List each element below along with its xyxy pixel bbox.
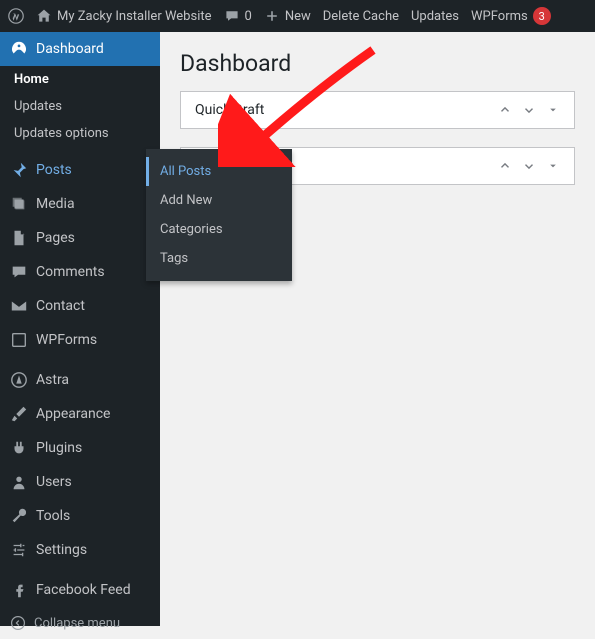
menu-label: Contact (36, 298, 85, 314)
collapse-label: Collapse menu (34, 616, 120, 631)
sidebar-item-tools[interactable]: Tools (0, 499, 160, 533)
sidebar-item-settings[interactable]: Settings (0, 533, 160, 567)
menu-label: Plugins (36, 440, 82, 456)
flyout-tags[interactable]: Tags (146, 244, 292, 273)
comment-icon (10, 263, 28, 281)
caret-down-icon[interactable] (546, 159, 560, 173)
menu-label: Comments (36, 264, 105, 280)
form-icon (10, 331, 28, 349)
menu-label: Pages (36, 230, 75, 246)
chevron-down-icon[interactable] (522, 103, 536, 117)
sidebar-subitem-home[interactable]: Home (0, 66, 160, 93)
site-name[interactable]: My Zacky Installer Website (36, 8, 212, 24)
sidebar-item-facebook-feed[interactable]: Facebook Feed (0, 573, 160, 607)
new-label: New (285, 9, 311, 24)
flyout-all-posts[interactable]: All Posts (146, 157, 292, 186)
astra-icon (10, 371, 28, 389)
chevron-down-icon[interactable] (522, 159, 536, 173)
chevron-up-icon[interactable] (498, 159, 512, 173)
new-content[interactable]: New (264, 8, 311, 24)
media-icon (10, 195, 28, 213)
dashboard-icon (10, 40, 28, 58)
comments-link[interactable]: 0 (224, 8, 252, 24)
collapse-menu[interactable]: Collapse menu (0, 607, 160, 639)
menu-label: Settings (36, 542, 87, 558)
sidebar-item-wpforms[interactable]: WPForms (0, 323, 160, 357)
panel-controls (498, 103, 560, 117)
wp-logo[interactable] (8, 8, 24, 24)
panel-title: Quick Draft (195, 102, 264, 118)
admin-sidebar: Dashboard Home Updates Updates options P… (0, 32, 160, 626)
sidebar-item-comments[interactable]: Comments (0, 255, 160, 289)
chevron-up-icon[interactable] (498, 103, 512, 117)
mail-icon (10, 297, 28, 315)
brush-icon (10, 405, 28, 423)
comment-icon (224, 8, 240, 24)
caret-down-icon[interactable] (546, 103, 560, 117)
sidebar-item-astra[interactable]: Astra (0, 363, 160, 397)
home-icon (36, 8, 52, 24)
plus-icon (264, 8, 280, 24)
sidebar-item-contact[interactable]: Contact (0, 289, 160, 323)
panel-controls (498, 159, 560, 173)
sidebar-item-users[interactable]: Users (0, 465, 160, 499)
admin-toolbar: My Zacky Installer Website 0 New Delete … (0, 0, 595, 32)
wpforms-link[interactable]: WPForms 3 (471, 7, 551, 25)
wpforms-badge: 3 (533, 7, 551, 25)
updates-link[interactable]: Updates (411, 9, 459, 24)
flyout-add-new[interactable]: Add New (146, 186, 292, 215)
sidebar-subitem-updates[interactable]: Updates (0, 93, 160, 120)
sidebar-item-plugins[interactable]: Plugins (0, 431, 160, 465)
sliders-icon (10, 541, 28, 559)
menu-label: Users (36, 474, 72, 490)
panel-quick-draft[interactable]: Quick Draft (180, 91, 575, 129)
page-title: Dashboard (180, 50, 575, 77)
sidebar-item-appearance[interactable]: Appearance (0, 397, 160, 431)
menu-label: Facebook Feed (36, 582, 131, 598)
facebook-icon (10, 581, 28, 599)
main-content: Dashboard Quick Draft At a Glance (160, 32, 595, 626)
sidebar-item-pages[interactable]: Pages (0, 221, 160, 255)
plugin-icon (10, 439, 28, 457)
menu-label: Dashboard (36, 41, 104, 57)
user-icon (10, 473, 28, 491)
comments-count: 0 (245, 9, 252, 24)
wordpress-icon (8, 8, 24, 24)
menu-label: WPForms (36, 332, 97, 348)
sidebar-item-dashboard[interactable]: Dashboard (0, 32, 160, 66)
delete-cache[interactable]: Delete Cache (323, 9, 399, 24)
menu-label: Appearance (36, 406, 110, 422)
flyout-categories[interactable]: Categories (146, 215, 292, 244)
menu-label: Tools (36, 508, 70, 524)
pin-icon (10, 161, 28, 179)
menu-label: Astra (36, 372, 69, 388)
sidebar-item-posts[interactable]: Posts (0, 153, 160, 187)
collapse-icon (10, 615, 26, 631)
menu-label: Media (36, 196, 75, 212)
sidebar-item-media[interactable]: Media (0, 187, 160, 221)
dashboard-submenu: Home Updates Updates options (0, 66, 160, 147)
posts-flyout: All Posts Add New Categories Tags (146, 149, 292, 281)
wrench-icon (10, 507, 28, 525)
sidebar-subitem-updates-options[interactable]: Updates options (0, 120, 160, 147)
site-title: My Zacky Installer Website (57, 9, 212, 24)
menu-label: Posts (36, 162, 72, 178)
page-icon (10, 229, 28, 247)
